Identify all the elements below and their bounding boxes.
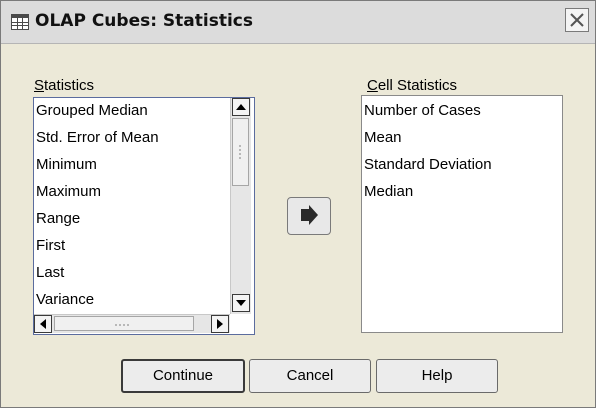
list-item[interactable]: Minimum — [36, 156, 97, 173]
list-item[interactable]: Last — [36, 264, 64, 281]
scroll-down-button[interactable] — [232, 294, 250, 312]
statistics-label: Statistics — [34, 77, 95, 94]
list-item[interactable]: Std. Error of Mean — [36, 129, 159, 146]
list-item[interactable]: Range — [36, 210, 80, 227]
scroll-up-button[interactable] — [232, 98, 250, 116]
close-icon — [570, 13, 584, 27]
list-item[interactable]: Standard Deviation — [364, 156, 492, 173]
list-item[interactable]: Median — [364, 183, 413, 200]
arrow-right-icon — [217, 319, 223, 329]
statistics-listbox[interactable]: Grouped Median Std. Error of Mean Minimu… — [33, 97, 255, 335]
move-to-cell-statistics-button[interactable] — [287, 197, 331, 235]
horizontal-scroll-thumb[interactable] — [54, 316, 194, 331]
close-button[interactable] — [565, 8, 589, 32]
cell-statistics-listbox[interactable]: Number of Cases Mean Standard Deviation … — [361, 95, 563, 333]
arrow-left-icon — [40, 319, 46, 329]
grip-icon — [115, 324, 129, 326]
vertical-scroll-thumb[interactable] — [232, 118, 249, 186]
olap-statistics-dialog: OLAP Cubes: Statistics Statistics Groupe… — [0, 0, 596, 408]
scroll-left-button[interactable] — [34, 315, 52, 333]
list-item[interactable]: Maximum — [36, 183, 101, 200]
vertical-scrollbar[interactable] — [230, 98, 251, 314]
help-button[interactable]: Help — [376, 359, 498, 393]
grip-icon — [239, 145, 241, 159]
cancel-button[interactable]: Cancel — [249, 359, 371, 393]
cell-statistics-label: Cell Statistics — [367, 77, 458, 94]
arrow-down-icon — [236, 300, 246, 306]
continue-button[interactable]: Continue — [121, 359, 245, 393]
arrow-right-icon — [301, 205, 318, 225]
list-item[interactable]: Grouped Median — [36, 102, 148, 119]
list-item[interactable]: Number of Cases — [364, 102, 481, 119]
arrow-up-icon — [236, 104, 246, 110]
title-bar: OLAP Cubes: Statistics — [1, 1, 595, 44]
list-item[interactable]: First — [36, 237, 65, 254]
table-grid-icon — [11, 14, 29, 30]
horizontal-scrollbar[interactable] — [34, 314, 230, 333]
window-title: OLAP Cubes: Statistics — [35, 11, 253, 31]
list-item[interactable]: Variance — [36, 291, 94, 308]
list-item[interactable]: Mean — [364, 129, 402, 146]
scroll-right-button[interactable] — [211, 315, 229, 333]
